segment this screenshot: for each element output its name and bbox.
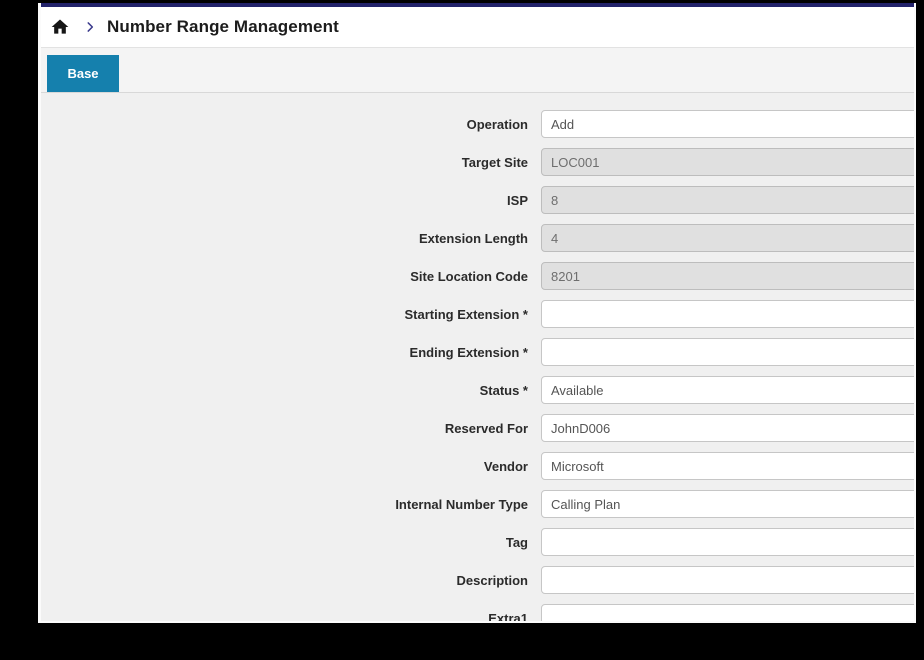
tag-input[interactable]: [541, 528, 916, 556]
chevron-right-icon: [83, 20, 97, 34]
form-row-status: Status *: [41, 376, 914, 404]
form-row-tag: Tag: [41, 528, 914, 556]
form-row-vendor: Vendor: [41, 452, 914, 480]
field-label-operation: Operation: [41, 117, 541, 132]
breadcrumb: Number Range Management: [41, 7, 914, 48]
form-row-ending-extension: Ending Extension *: [41, 338, 914, 366]
extension-length-input: [541, 224, 916, 252]
starting-extension-input[interactable]: [541, 300, 916, 328]
field-label-extra1: Extra1: [41, 611, 541, 624]
form-row-extra1: Extra1: [41, 604, 914, 623]
form-row-isp: ISP: [41, 186, 914, 214]
isp-input: [541, 186, 916, 214]
field-label-isp: ISP: [41, 193, 541, 208]
target-site-input: [541, 148, 916, 176]
status-input[interactable]: [541, 376, 916, 404]
page-title: Number Range Management: [107, 17, 339, 37]
field-label-internal-number-type: Internal Number Type: [41, 497, 541, 512]
internal-number-type-input[interactable]: [541, 490, 916, 518]
form-row-reserved-for: Reserved For: [41, 414, 914, 442]
field-label-reserved-for: Reserved For: [41, 421, 541, 436]
app-window: Number Range Management Base Operation T…: [38, 3, 916, 623]
field-label-status: Status *: [41, 383, 541, 398]
ending-extension-input[interactable]: [541, 338, 916, 366]
form-row-internal-number-type: Internal Number Type: [41, 490, 914, 518]
form-row-target-site: Target Site: [41, 148, 914, 176]
form-row-starting-extension: Starting Extension *: [41, 300, 914, 328]
form-row-extension-length: Extension Length: [41, 224, 914, 252]
operation-input[interactable]: [541, 110, 916, 138]
vendor-input[interactable]: [541, 452, 916, 480]
extra1-input[interactable]: [541, 604, 916, 623]
field-label-vendor: Vendor: [41, 459, 541, 474]
field-label-ending-extension: Ending Extension *: [41, 345, 541, 360]
reserved-for-input[interactable]: [541, 414, 916, 442]
tab-bar: Base: [41, 48, 914, 93]
field-label-tag: Tag: [41, 535, 541, 550]
field-label-description: Description: [41, 573, 541, 588]
field-label-extension-length: Extension Length: [41, 231, 541, 246]
field-label-starting-extension: Starting Extension *: [41, 307, 541, 322]
home-icon[interactable]: [49, 16, 71, 38]
tab-base[interactable]: Base: [47, 55, 119, 92]
description-input[interactable]: [541, 566, 916, 594]
field-label-site-location-code: Site Location Code: [41, 269, 541, 284]
field-label-target-site: Target Site: [41, 155, 541, 170]
form-row-site-location-code: Site Location Code: [41, 262, 914, 290]
form-row-description: Description: [41, 566, 914, 594]
number-range-form: Operation Target Site ISP Extension Leng…: [41, 93, 914, 623]
site-location-code-input: [541, 262, 916, 290]
form-row-operation: Operation: [41, 110, 914, 138]
